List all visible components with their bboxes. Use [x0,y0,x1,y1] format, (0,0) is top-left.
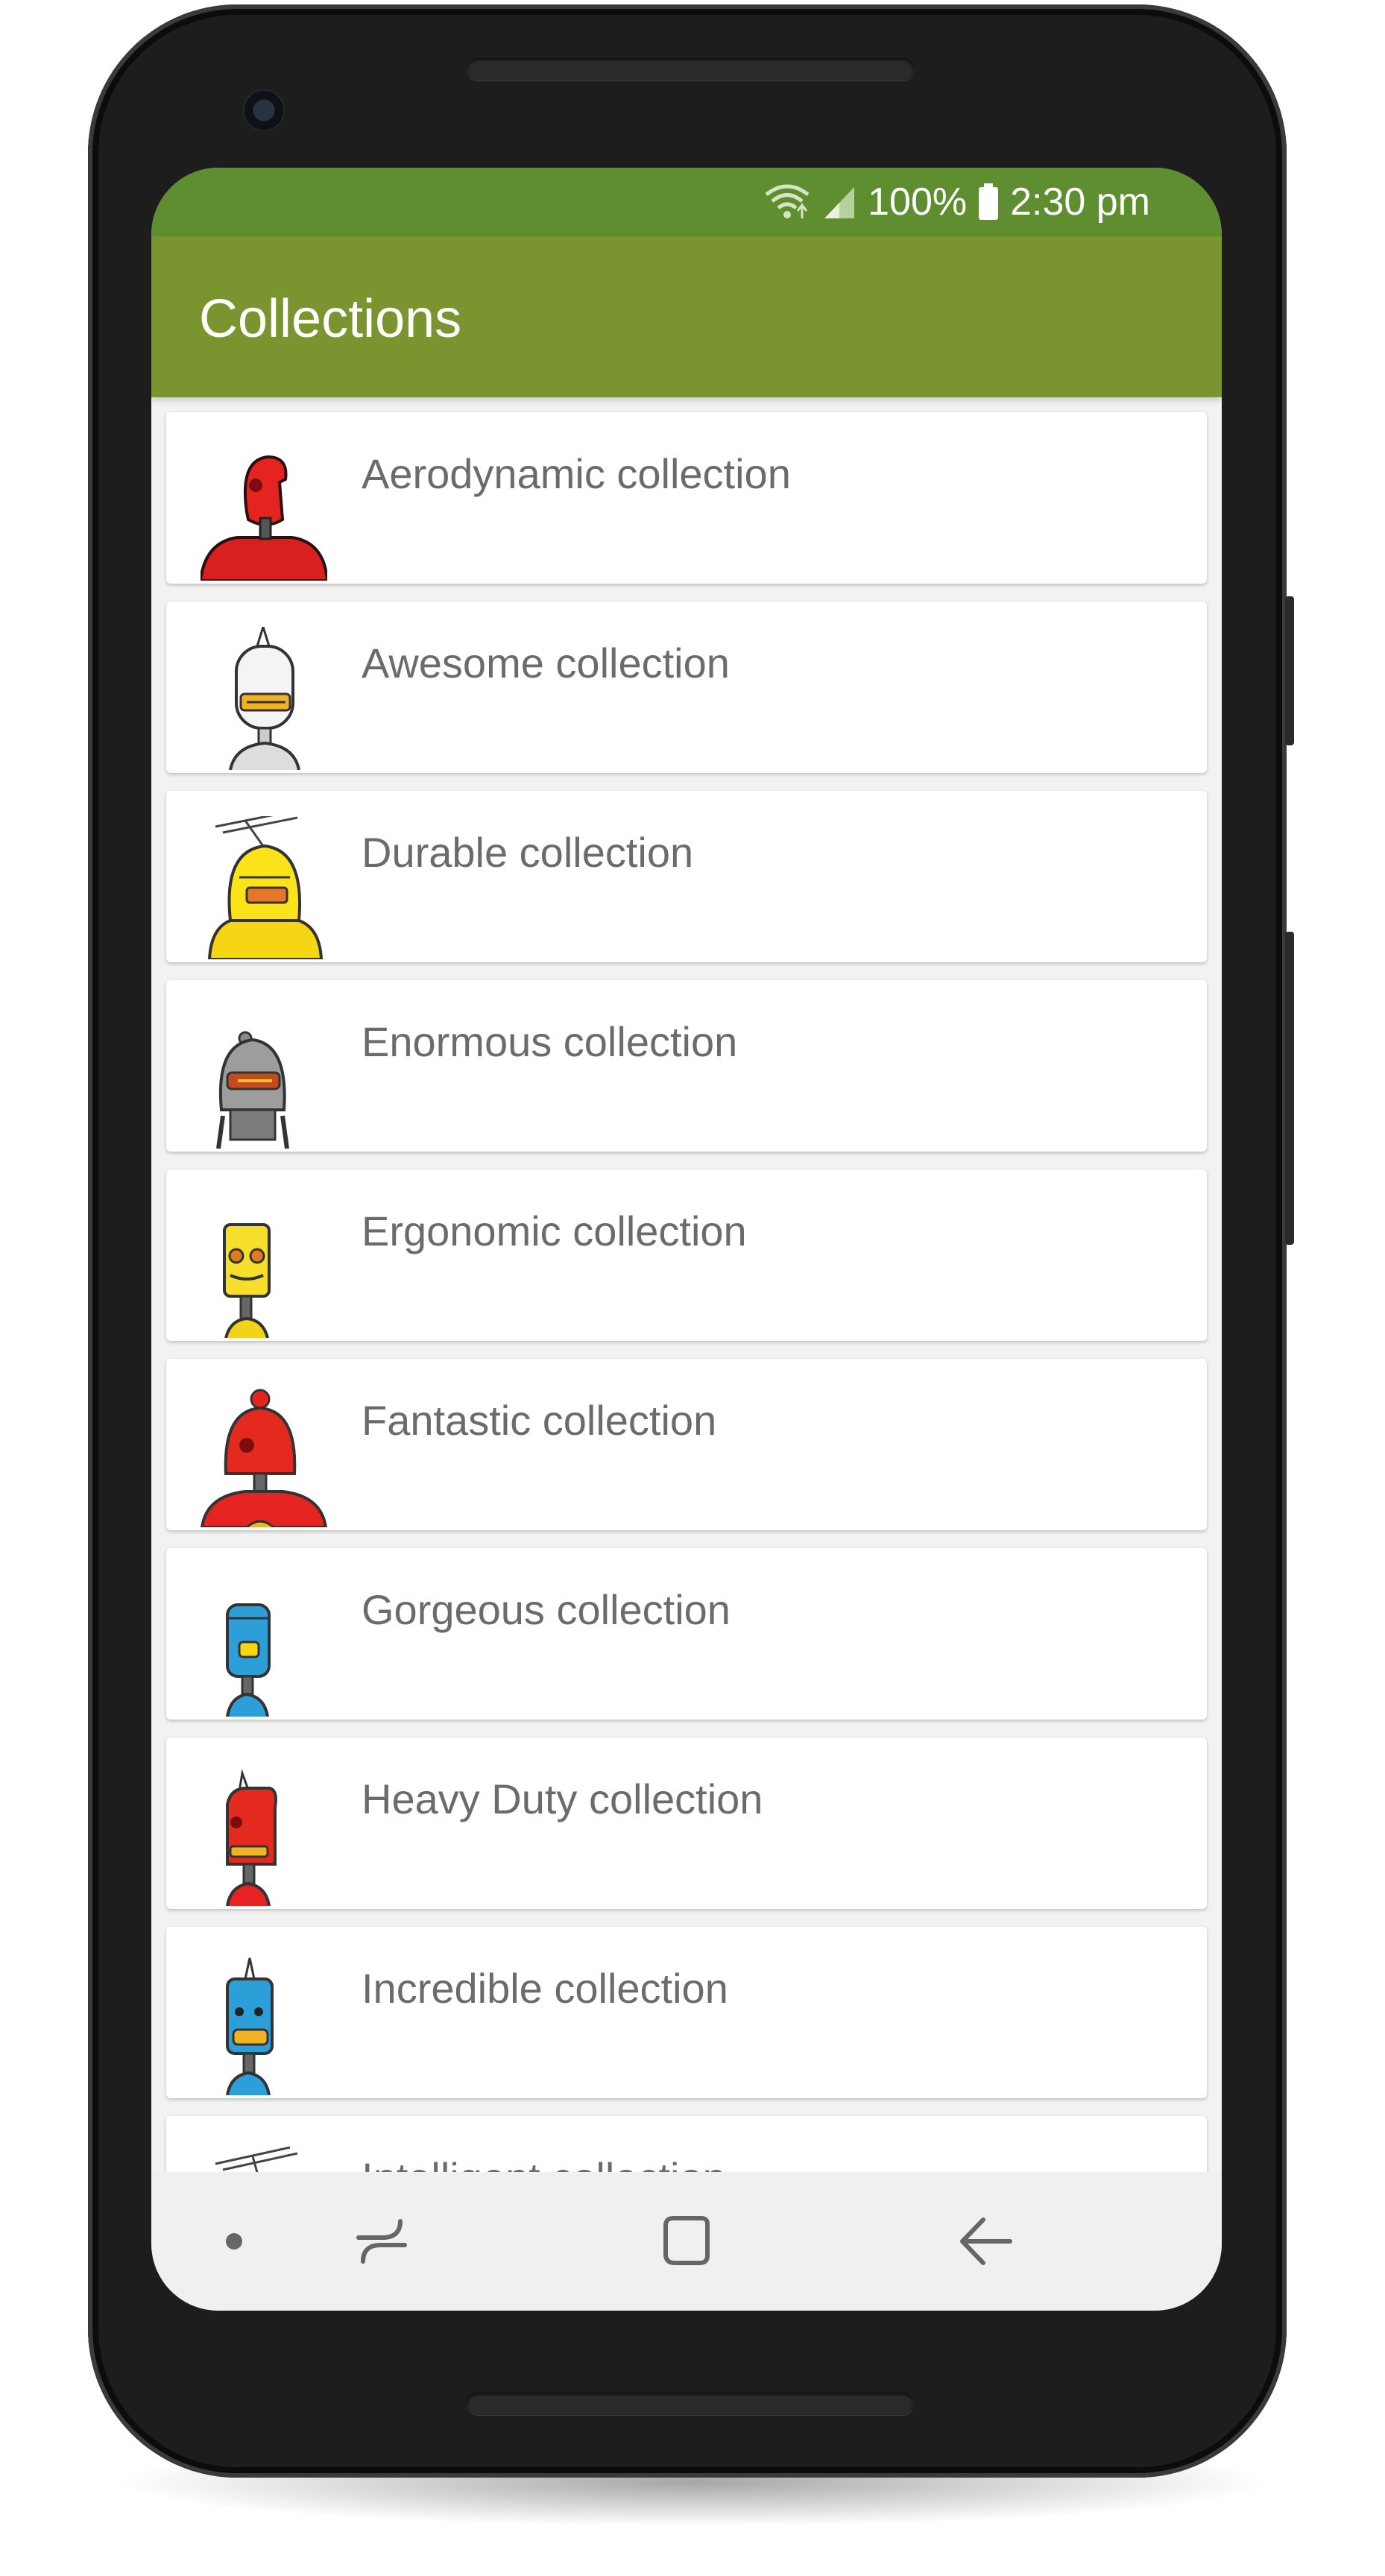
blue-robot-icon [226,1957,274,2095]
home-icon[interactable] [652,2208,719,2275]
list-item[interactable]: Gorgeous collection [166,1548,1207,1720]
collection-label: Awesome collection [362,640,730,686]
grey-robot-icon [216,1031,289,1149]
yellow-robot-icon [207,816,324,959]
battery-icon [979,183,999,220]
clock: 2:30 pm [1010,180,1150,224]
collection-label: Incredible collection [362,1965,728,2012]
status-icons: 100% 2:30 pm [763,178,1150,226]
bottom-speaker [467,2393,914,2415]
wifi-icon [765,184,810,218]
power-button [1285,932,1294,1245]
screen: 100% 2:30 pm Collections Aerodynamic col… [151,168,1222,2311]
collection-label: Ergonomic collection [362,1208,747,1254]
list-item[interactable]: Durable collection [166,791,1207,962]
red-robot-icon [226,1769,277,1906]
list-item[interactable]: Heavy Duty collection [166,1737,1207,1909]
navigation-bar [151,2172,1222,2311]
top-speaker [467,58,914,80]
collection-label: Fantastic collection [362,1397,717,1444]
collection-label: Durable collection [362,829,694,876]
list-item[interactable]: Aerodynamic collection [166,412,1207,584]
red-robot-icon [201,455,327,581]
recent-apps-icon[interactable] [348,2208,415,2275]
collection-label: Enormous collection [362,1018,738,1065]
battery-percent: 100% [868,180,968,224]
yellow-robot-icon [223,1223,271,1338]
collection-list[interactable]: Aerodynamic collection Awesome collectio… [151,397,1222,2311]
signal-icon [824,187,855,218]
red-robot-icon [201,1389,327,1527]
white-robot-icon [229,627,300,770]
app-bar: Collections [151,236,1222,397]
volume-button [1285,596,1294,745]
blue-robot-icon [226,1603,271,1717]
dot-icon[interactable] [201,2208,268,2275]
collection-label: Aerodynamic collection [362,450,791,497]
collection-label: Heavy Duty collection [362,1775,763,1822]
list-item[interactable]: Ergonomic collection [166,1169,1207,1341]
list-item[interactable]: Incredible collection [166,1927,1207,2098]
list-item[interactable]: Fantastic collection [166,1359,1207,1530]
front-camera [243,89,285,131]
collection-label: Gorgeous collection [362,1586,731,1633]
list-item[interactable]: Awesome collection [166,602,1207,773]
status-bar: 100% 2:30 pm [151,168,1222,236]
list-item[interactable]: Enormous collection [166,980,1207,1152]
back-icon[interactable] [950,2208,1018,2275]
page-title: Collections [199,289,462,349]
